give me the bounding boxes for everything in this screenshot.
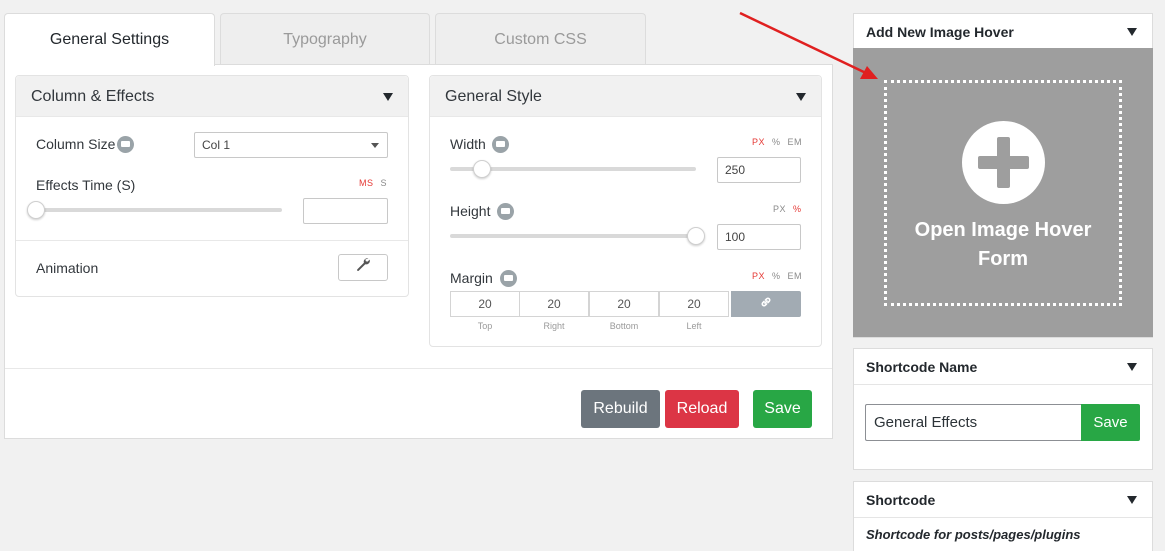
annotation-arrow [739,11,878,79]
tab-general-settings[interactable]: General Settings [4,13,215,66]
